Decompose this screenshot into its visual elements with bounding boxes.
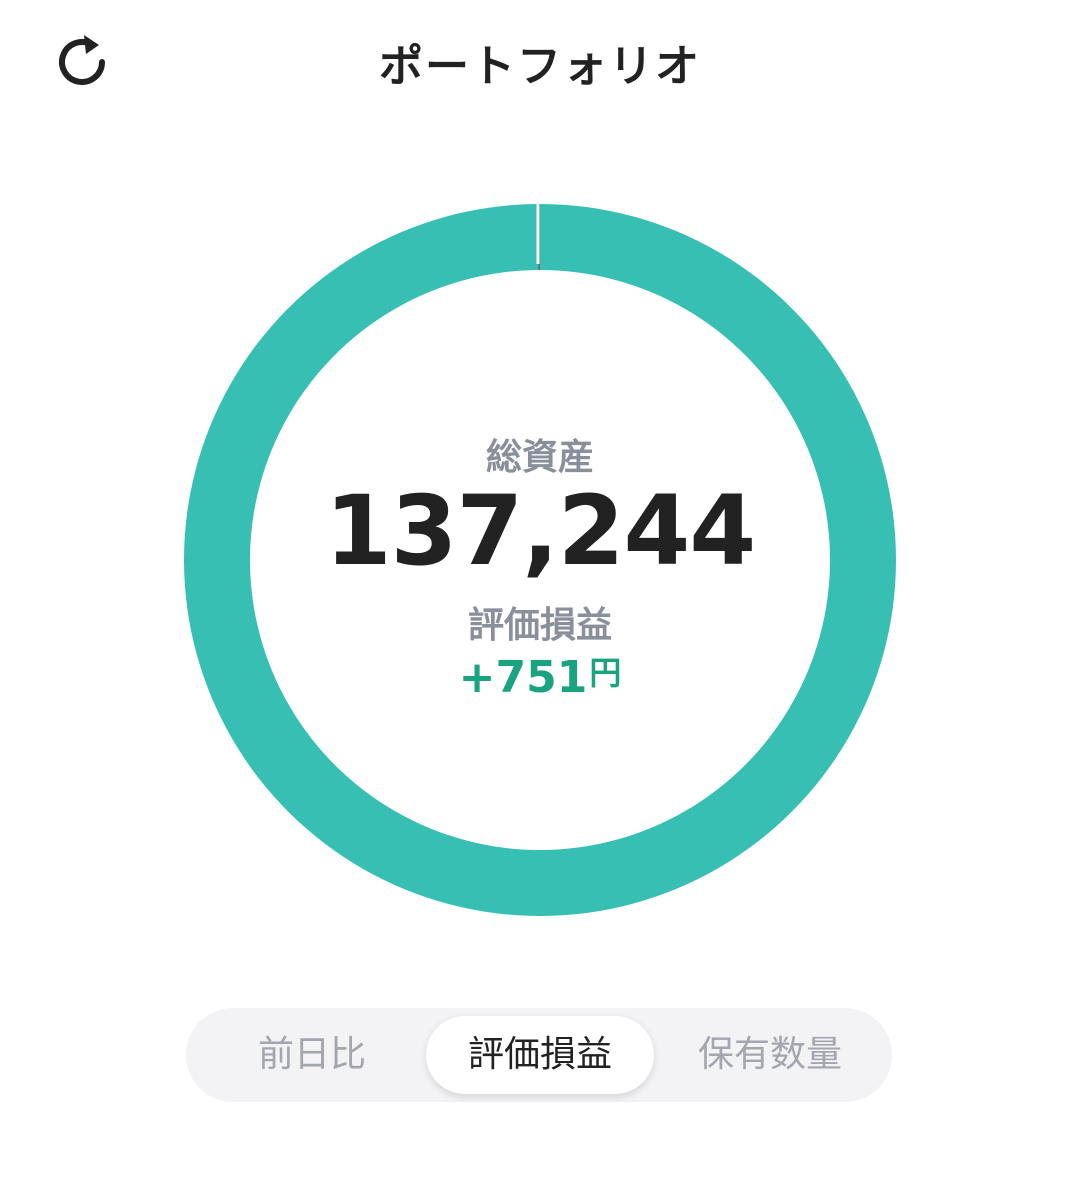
segment-holdings-quantity[interactable]: 保有数量 xyxy=(660,1016,880,1094)
page-title: ポートフォリオ xyxy=(379,41,701,92)
profit-loss-label: 評価損益 xyxy=(467,605,612,646)
profit-loss-unit: 円 xyxy=(589,654,622,692)
total-assets-value: 137,244 xyxy=(324,475,756,587)
segment-daily-change[interactable]: 前日比 xyxy=(202,1016,422,1094)
header: ポートフォリオ xyxy=(0,0,1080,120)
profit-loss-value: +751 xyxy=(458,652,588,703)
profit-loss-amount: +751円 xyxy=(180,648,900,703)
total-assets-label: 総資産 xyxy=(485,437,594,478)
segment-profit-loss[interactable]: 評価損益 xyxy=(426,1016,654,1094)
donut-center-summary: 総資産 137,244 評価損益 +751円 xyxy=(180,200,900,920)
view-mode-segmented-control: 前日比 評価損益 保有数量 xyxy=(186,1008,892,1102)
